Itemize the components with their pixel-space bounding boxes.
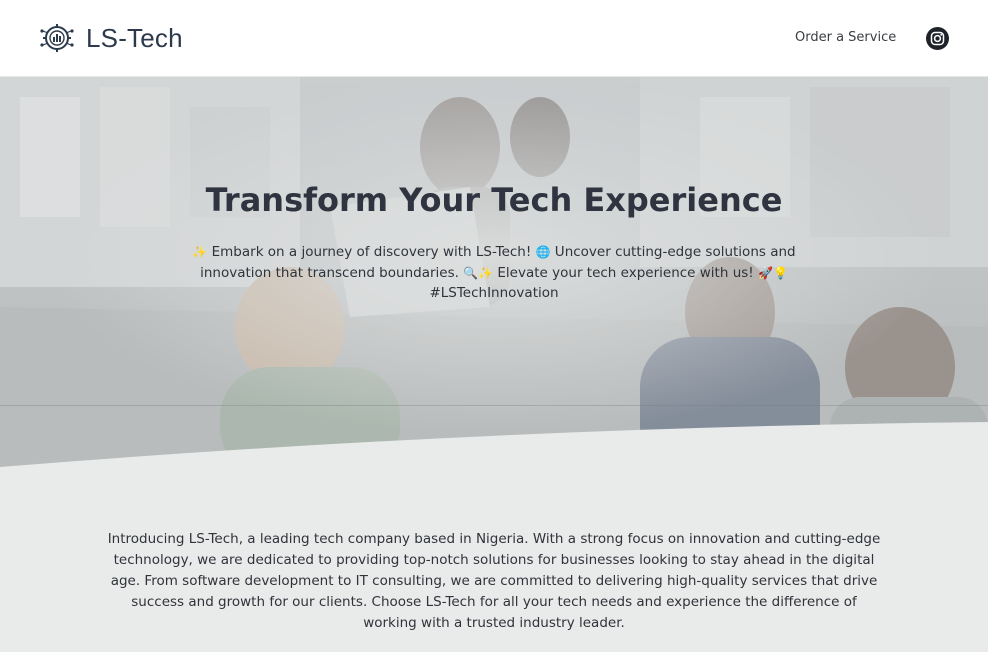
circuit-gear-chart-icon — [40, 24, 74, 52]
sparkles-emoji-icon: ✨ — [192, 245, 208, 259]
instagram-icon — [926, 27, 949, 50]
site-header: LS-Tech Order a Service — [0, 0, 988, 77]
hero-description: ✨ Embark on a journey of discovery with … — [184, 242, 804, 304]
sparkles-emoji-icon: ✨ — [478, 265, 494, 280]
brand-logo-link[interactable]: LS-Tech — [40, 22, 183, 54]
about-text: Introducing LS-Tech, a leading tech comp… — [107, 531, 881, 631]
hero-text-part-3: Elevate your tech experience with us! — [493, 264, 758, 281]
lightbulb-emoji-icon: 💡 — [772, 265, 788, 280]
hero-title: Transform Your Tech Experience — [205, 181, 783, 219]
hero-hashtag: #LSTechInnovation — [429, 285, 559, 301]
brand-name: LS-Tech — [86, 22, 183, 53]
order-service-link[interactable]: Order a Service — [795, 30, 896, 45]
magnifier-emoji-icon: 🔍 — [463, 265, 479, 280]
rocket-emoji-icon: 🚀 — [758, 265, 773, 280]
globe-emoji-icon: 🌐 — [535, 245, 551, 259]
hero-text-part-1: Embark on a journey of discovery with LS… — [207, 244, 536, 260]
hero-section: Transform Your Tech Experience ✨ Embark … — [0, 77, 988, 472]
